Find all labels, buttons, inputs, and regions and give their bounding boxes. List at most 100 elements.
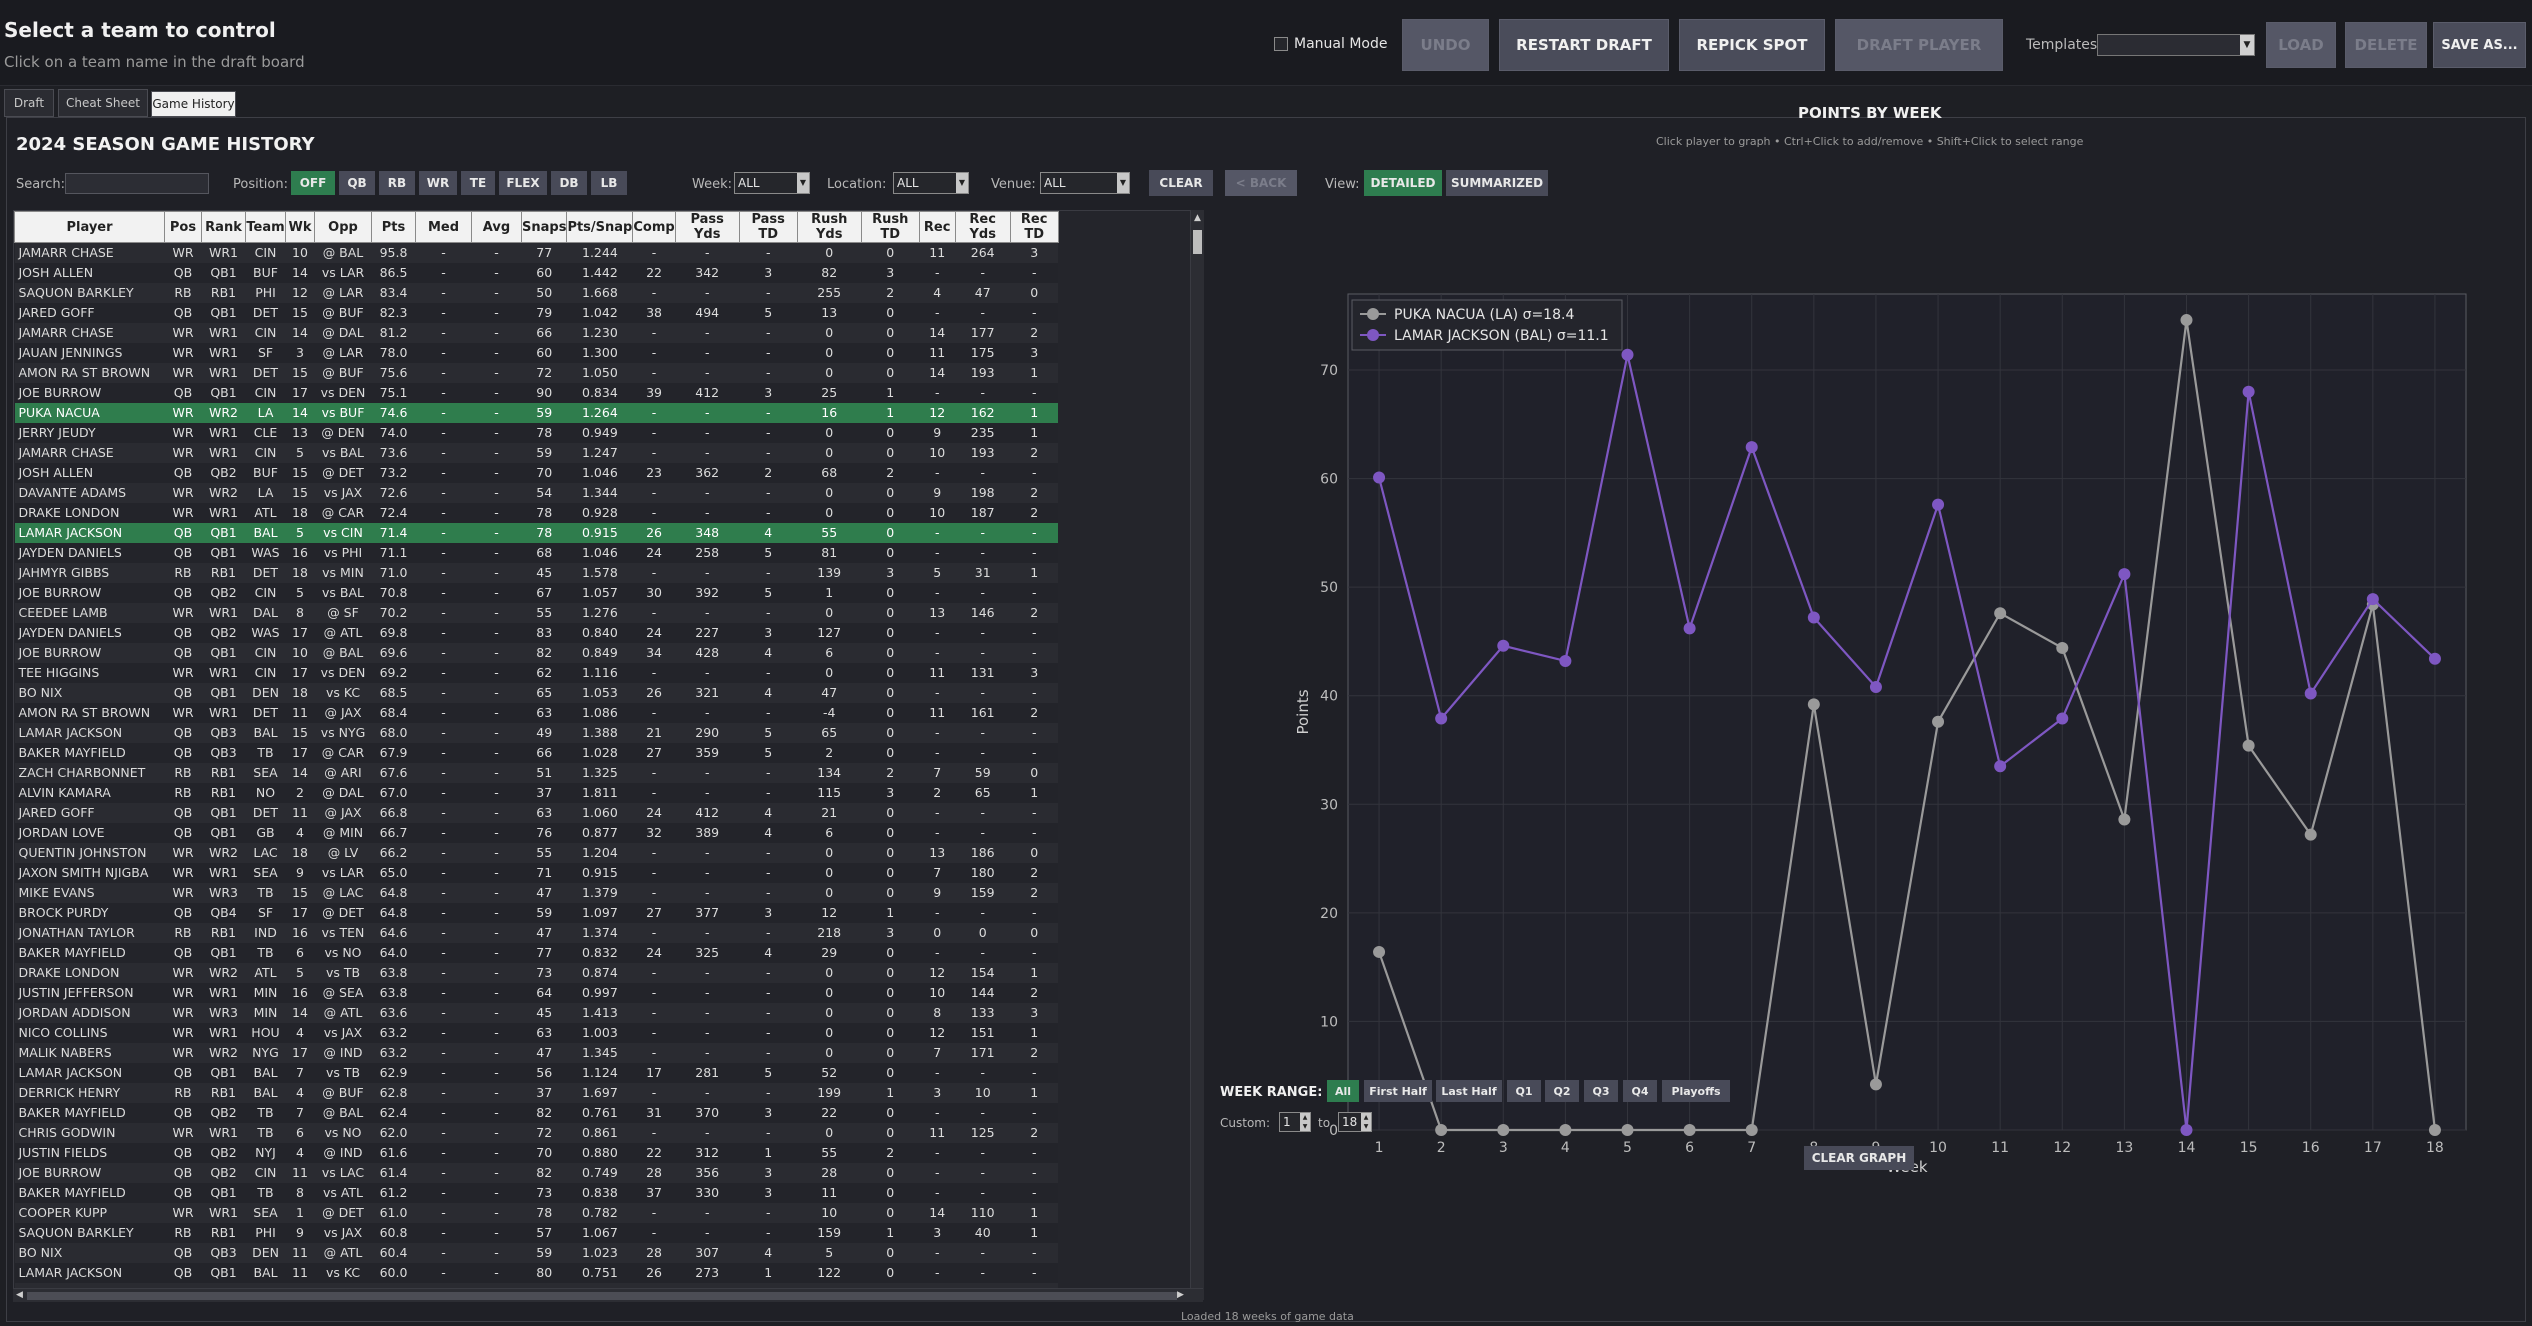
- table-row[interactable]: TEE HIGGINS WR WR1 CIN 17 vs DEN 69.2- -62 1.116…: [14, 662, 1059, 683]
- table-row[interactable]: JAMARR CHASE WR WR1 CIN 10 @ BAL 95.8- -77 1.244…: [14, 242, 1059, 263]
- column-header[interactable]: Rank: [201, 211, 246, 243]
- table-row[interactable]: BAKER MAYFIELD QB QB3 TB 17 @ CAR 67.9- -66 1.02…: [14, 742, 1059, 763]
- table-row[interactable]: BO NIX QB QB3 DEN 11 @ ATL 60.4- -59 1.023 28 307 4…: [14, 1242, 1059, 1263]
- week-range-first-half-button[interactable]: First Half: [1364, 1080, 1432, 1102]
- week-range-playoffs-button[interactable]: Playoffs: [1662, 1080, 1730, 1102]
- table-row[interactable]: JERRY JEUDY WR WR1 CLE 13 @ DEN 74.0- -78 0.949-…: [14, 422, 1059, 443]
- week-range-all-button[interactable]: All: [1327, 1080, 1359, 1102]
- column-header[interactable]: Opp: [314, 211, 372, 243]
- table-row[interactable]: LAMAR JACKSON QB QB3 BAL 15 vs NYG 68.0- -49 1.3…: [14, 722, 1059, 743]
- column-header[interactable]: Player: [14, 211, 165, 243]
- tab-draft[interactable]: Draft: [4, 89, 54, 117]
- table-row[interactable]: BO NIX QB QB1 DEN 18 vs KC 68.5- -65 1.053 26 321 4…: [14, 682, 1059, 703]
- save-as-button[interactable]: SAVE AS...: [2433, 22, 2526, 68]
- table-row[interactable]: JAXON SMITH NJIGBA WR WR1 SEA 9 vs LAR 65.0- -7…: [14, 862, 1059, 883]
- table-row[interactable]: PUKA NACUA WR WR2 LA 14 vs BUF 74.6- -59 1.264- -…: [14, 402, 1059, 423]
- week-range-last-half-button[interactable]: Last Half: [1436, 1080, 1502, 1102]
- week-select[interactable]: ALL ▼: [734, 172, 810, 194]
- custom-range-from-spinner[interactable]: 1 ▲ ▼: [1279, 1112, 1311, 1132]
- table-row[interactable]: BAKER MAYFIELD QB QB2 TB 7 @ BAL 62.4- -82 0.761…: [14, 1102, 1059, 1123]
- search-input[interactable]: [65, 173, 209, 194]
- column-header[interactable]: Pass Yds: [674, 211, 740, 243]
- table-row[interactable]: JARED GOFF QB QB1 DET 15 @ BUF 82.3- -79 1.042 38…: [14, 302, 1059, 323]
- scrollbar-thumb[interactable]: [27, 1292, 1177, 1300]
- manual-mode-checkbox[interactable]: [1274, 37, 1288, 51]
- column-header[interactable]: Rec TD: [1009, 211, 1059, 243]
- table-row[interactable]: MIKE EVANS WR WR3 TB 15 @ LAC 64.8- -47 1.379- - -…: [14, 882, 1059, 903]
- horizontal-scrollbar[interactable]: ◀ ▶: [13, 1288, 1203, 1302]
- location-select[interactable]: ALL ▼: [893, 172, 969, 194]
- column-header[interactable]: Rush TD: [860, 211, 920, 243]
- table-row[interactable]: JOSH ALLEN QB QB1 BUF 14 vs LAR 86.5- -60 1.442 2…: [14, 262, 1059, 283]
- position-db-button[interactable]: DB: [551, 171, 587, 195]
- position-qb-button[interactable]: QB: [339, 171, 375, 195]
- week-range-q4-button[interactable]: Q4: [1623, 1080, 1657, 1102]
- draft-player-button[interactable]: DRAFT PLAYER: [1835, 19, 2003, 71]
- table-row[interactable]: ZACH CHARBONNET RB RB1 SEA 14 @ ARI 67.6- -51 1.…: [14, 762, 1059, 783]
- table-row[interactable]: DAVANTE ADAMS WR WR2 LA 15 vs JAX 72.6- -54 1.34…: [14, 482, 1059, 503]
- table-row[interactable]: JAMARR CHASE WR WR1 CIN 5 vs BAL 73.6- -59 1.247…: [14, 442, 1059, 463]
- position-flex-button[interactable]: FLEX: [499, 171, 547, 195]
- table-row[interactable]: CEEDEE LAMB WR WR1 DAL 8 @ SF 70.2- -55 1.276- - -…: [14, 602, 1059, 623]
- position-wr-button[interactable]: WR: [419, 171, 457, 195]
- table-row[interactable]: AMON RA ST BROWN WR WR1 DET 11 @ JAX 68.4- -63 1…: [14, 702, 1059, 723]
- scroll-left-icon[interactable]: ◀: [16, 1290, 23, 1300]
- table-row[interactable]: JAHMYR GIBBS RB RB1 DET 18 vs MIN 71.0- -45 1.57…: [14, 562, 1059, 583]
- table-row[interactable]: JAMARR CHASE WR WR1 CIN 14 @ DAL 81.2- -66 1.230…: [14, 322, 1059, 343]
- table-row[interactable]: JARED GOFF QB QB1 DET 11 @ JAX 66.8- -63 1.060 24…: [14, 802, 1059, 823]
- table-row[interactable]: JONATHAN TAYLOR RB RB1 IND 16 vs TEN 64.6- -47 1…: [14, 922, 1059, 943]
- table-row[interactable]: JOE BURROW QB QB1 CIN 17 vs DEN 75.1- -90 0.834 3…: [14, 382, 1059, 403]
- column-header[interactable]: Pass TD: [738, 211, 798, 243]
- table-row[interactable]: CHRIS GODWIN WR WR1 TB 6 vs NO 62.0- -72 0.861- -…: [14, 1122, 1059, 1143]
- table-row[interactable]: JOE BURROW QB QB2 CIN 5 vs BAL 70.8- -67 1.057 30…: [14, 582, 1059, 603]
- delete-template-button[interactable]: DELETE: [2345, 22, 2427, 68]
- table-row[interactable]: DERRICK HENRY RB RB1 BAL 4 @ BUF 62.8- -37 1.697…: [14, 1082, 1059, 1103]
- position-lb-button[interactable]: LB: [591, 171, 627, 195]
- table-row[interactable]: JORDAN ADDISON WR WR3 MIN 14 @ ATL 63.6- -45 1.4…: [14, 1002, 1059, 1023]
- position-te-button[interactable]: TE: [461, 171, 495, 195]
- table-row[interactable]: JAYDEN DANIELS QB QB2 WAS 17 @ ATL 69.8- -83 0.8…: [14, 622, 1059, 643]
- table-row[interactable]: JAYDEN DANIELS QB QB1 WAS 16 vs PHI 71.1- -68 1.…: [14, 542, 1059, 563]
- templates-dropdown[interactable]: ▼: [2097, 34, 2255, 56]
- points-by-week-chart[interactable]: 1234567891011121314151617180102030405060…: [1290, 170, 2500, 1180]
- back-button[interactable]: < BACK: [1225, 170, 1297, 196]
- table-row[interactable]: LAMAR JACKSON QB QB1 BAL 5 vs CIN 71.4- -78 0.91…: [14, 522, 1059, 543]
- scroll-right-icon[interactable]: ▶: [1177, 1290, 1184, 1300]
- table-row[interactable]: DRAKE LONDON WR WR2 ATL 5 vs TB 63.8- -73 0.874-…: [14, 962, 1059, 983]
- scroll-up-icon[interactable]: ▲: [1194, 213, 1201, 223]
- table-row[interactable]: BAKER MAYFIELD QB QB1 TB 8 vs ATL 61.2- -73 0.83…: [14, 1182, 1059, 1203]
- clear-filters-button[interactable]: CLEAR: [1149, 170, 1213, 196]
- table-row[interactable]: NICO COLLINS WR WR1 HOU 4 vs JAX 63.2- -63 1.003…: [14, 1022, 1059, 1043]
- column-header[interactable]: Comp: [632, 211, 676, 243]
- column-header[interactable]: Rec: [918, 211, 956, 243]
- venue-select[interactable]: ALL ▼: [1040, 172, 1130, 194]
- restart-draft-button[interactable]: RESTART DRAFT: [1499, 19, 1669, 71]
- spinner-arrows-icon[interactable]: ▲ ▼: [1300, 1113, 1310, 1131]
- table-row[interactable]: MALIK NABERS WR WR2 NYG 17 @ IND 63.2- -47 1.345…: [14, 1042, 1059, 1063]
- week-range-q2-button[interactable]: Q2: [1545, 1080, 1579, 1102]
- table-row[interactable]: ALVIN KAMARA RB RB1 NO 2 @ DAL 67.0- -37 1.811- -…: [14, 782, 1059, 803]
- table-row[interactable]: LAMAR JACKSON QB QB1 BAL 11 vs KC 60.0- -80 0.75…: [14, 1262, 1059, 1283]
- table-row[interactable]: JORDAN LOVE QB QB1 GB 4 @ MIN 66.7- -76 0.877 32 3…: [14, 822, 1059, 843]
- manual-mode-toggle[interactable]: Manual Mode: [1274, 36, 1387, 52]
- table-row[interactable]: AMON RA ST BROWN WR WR1 DET 15 @ BUF 75.6- -72 1…: [14, 362, 1059, 383]
- tab-cheat-sheet[interactable]: Cheat Sheet: [58, 89, 148, 117]
- spinner-arrows-icon[interactable]: ▲ ▼: [1361, 1113, 1371, 1131]
- table-row[interactable]: DRAKE LONDON WR WR1 ATL 18 @ CAR 72.4- -78 0.928…: [14, 502, 1059, 523]
- repick-spot-button[interactable]: REPICK SPOT: [1679, 19, 1825, 71]
- week-range-q1-button[interactable]: Q1: [1507, 1080, 1541, 1102]
- table-row[interactable]: BROCK PURDY QB QB4 SF 17 @ DET 64.8- -59 1.097 27…: [14, 902, 1059, 923]
- table-row[interactable]: LAMAR JACKSON QB QB1 BAL 7 vs TB 62.9- -56 1.124…: [14, 1062, 1059, 1083]
- position-rb-button[interactable]: RB: [379, 171, 415, 195]
- week-range-q3-button[interactable]: Q3: [1584, 1080, 1618, 1102]
- table-row[interactable]: JOE BURROW QB QB1 CIN 10 @ BAL 69.6- -82 0.849 34…: [14, 642, 1059, 663]
- table-row[interactable]: COOPER KUPP WR WR1 SEA 1 @ DET 61.0- -78 0.782- -…: [14, 1202, 1059, 1223]
- column-header[interactable]: Wk: [285, 211, 315, 243]
- column-header[interactable]: Team: [245, 211, 286, 243]
- table-row[interactable]: JUSTIN JEFFERSON WR WR1 MIN 16 @ SEA 63.8- -64 0…: [14, 982, 1059, 1003]
- column-header[interactable]: Pts: [371, 211, 416, 243]
- table-row[interactable]: JOSH ALLEN QB QB2 BUF 15 @ DET 73.2- -70 1.046 23…: [14, 462, 1059, 483]
- table-row[interactable]: SAQUON BARKLEY RB RB1 PHI 12 @ LAR 83.4- -50 1.6…: [14, 282, 1059, 303]
- table-row[interactable]: JUSTIN FIELDS QB QB2 NYJ 4 @ IND 61.6- -70 0.880…: [14, 1142, 1059, 1163]
- custom-range-to-spinner[interactable]: 18 ▲ ▼: [1338, 1112, 1372, 1132]
